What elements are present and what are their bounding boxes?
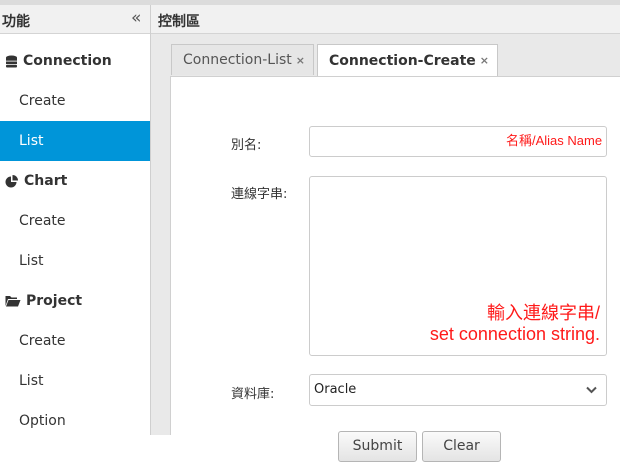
tab-bar: Connection-List × Connection-Create × <box>171 44 499 76</box>
connection-string-annotation: 輸入連線字串/ set connection string. <box>430 303 600 345</box>
double-chevron-left-icon[interactable]: « <box>131 8 141 28</box>
annotation-line: 輸入連線字串/ <box>486 303 600 323</box>
folder-open-icon <box>5 296 21 307</box>
sidebar-item-project-option[interactable]: Option <box>0 401 150 441</box>
sidebar-group-label: Chart <box>24 173 68 189</box>
connection-create-form: 別名: 名稱/Alias Name 連線字串: 輸入連線字串/ set conn… <box>170 76 620 462</box>
annotation-line: set connection string. <box>429 324 600 344</box>
database-icon <box>6 55 17 67</box>
sidebar-item-connection-list[interactable]: List <box>0 121 150 161</box>
sidebar-item-connection-create[interactable]: Create <box>0 81 150 121</box>
page-title: 控制區 <box>158 14 200 30</box>
main-panel: 控制區 Connection-List × Connection-Create … <box>151 5 620 462</box>
main-body: Connection-List × Connection-Create × 別名… <box>151 34 620 462</box>
sidebar: 功能 « Connection Create List Chart Create… <box>0 5 151 435</box>
sidebar-item-chart-create[interactable]: Create <box>0 201 150 241</box>
tab-label: Connection-List <box>183 52 292 68</box>
close-icon[interactable]: × <box>296 54 305 67</box>
tab-connection-list[interactable]: Connection-List × <box>171 44 314 75</box>
sidebar-group-connection[interactable]: Connection <box>0 41 150 81</box>
sidebar-group-project[interactable]: Project <box>0 281 150 321</box>
database-label: 資料庫: <box>231 387 275 402</box>
connection-string-label: 連線字串: <box>231 187 288 202</box>
submit-button[interactable]: Submit <box>338 431 417 462</box>
sidebar-group-label: Connection <box>23 53 112 69</box>
tab-connection-create[interactable]: Connection-Create × <box>316 44 499 76</box>
sidebar-item-chart-list[interactable]: List <box>0 241 150 281</box>
close-icon[interactable]: × <box>480 54 489 67</box>
tab-label: Connection-Create <box>328 52 476 69</box>
sidebar-header: 功能 « <box>0 5 150 34</box>
sidebar-group-label: Project <box>26 293 83 309</box>
sidebar-title: 功能 <box>2 14 30 30</box>
alias-annotation: 名稱/Alias Name <box>506 133 603 148</box>
sidebar-item-project-create[interactable]: Create <box>0 321 150 361</box>
sidebar-group-chart[interactable]: Chart <box>0 161 150 201</box>
sidebar-item-project-list[interactable]: List <box>0 361 150 401</box>
chevron-down-icon <box>586 386 597 394</box>
main-header: 控制區 <box>151 5 620 34</box>
database-select[interactable]: Oracle <box>309 374 607 406</box>
alias-label: 別名: <box>231 138 262 153</box>
pie-chart-icon <box>5 174 18 187</box>
database-select-value: Oracle <box>314 382 357 397</box>
clear-button[interactable]: Clear <box>422 431 501 462</box>
